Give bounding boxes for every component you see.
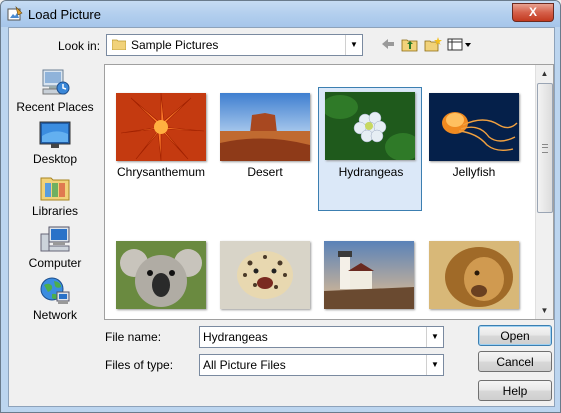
file-item-desert[interactable]: Desert bbox=[214, 89, 316, 209]
files-of-type-dropdown[interactable]: All Picture Files ▼ bbox=[199, 354, 444, 376]
thumbnail bbox=[116, 93, 206, 161]
file-item-chrysanthemum[interactable]: Chrysanthemum bbox=[110, 89, 212, 209]
file-item-lion[interactable] bbox=[423, 237, 525, 319]
thumbnail bbox=[324, 241, 414, 309]
file-label: Hydrangeas bbox=[338, 165, 404, 179]
computer-icon bbox=[40, 226, 70, 252]
file-label: Desert bbox=[247, 165, 283, 179]
window-title: Load Picture bbox=[28, 7, 101, 22]
chevron-down-icon[interactable]: ▼ bbox=[426, 327, 443, 347]
dialog-client: Look in: Sample Pictures ▼ Recent Places… bbox=[8, 27, 555, 407]
picture-icon bbox=[7, 6, 23, 21]
help-button[interactable]: Help bbox=[478, 380, 552, 401]
load-picture-dialog: Load Picture X Look in: Sample Pictures … bbox=[0, 0, 561, 413]
look-in-dropdown[interactable]: Sample Pictures ▼ bbox=[106, 34, 363, 56]
file-list-view[interactable]: Chrysanthemum Desert Hydrangeas Jellyfis… bbox=[104, 64, 554, 320]
file-label: Chrysanthemum bbox=[116, 165, 206, 179]
file-item-hydrangeas[interactable]: Hydrangeas bbox=[318, 87, 422, 211]
look-in-label: Look in: bbox=[58, 39, 101, 53]
thumbnail bbox=[325, 92, 415, 160]
libraries-icon bbox=[40, 177, 70, 201]
file-name-label: File name: bbox=[105, 330, 162, 344]
files-of-type-label: Files of type: bbox=[105, 358, 174, 372]
title-bar[interactable]: Load Picture X bbox=[1, 1, 560, 27]
place-label: Network bbox=[32, 308, 77, 322]
scroll-up-icon[interactable]: ▲ bbox=[536, 65, 553, 82]
file-item-koala[interactable] bbox=[110, 237, 212, 319]
file-name-input[interactable]: Hydrangeas ▼ bbox=[199, 326, 444, 348]
cancel-button[interactable]: Cancel bbox=[478, 351, 552, 372]
place-computer[interactable]: Computer bbox=[13, 224, 97, 274]
scroll-down-icon[interactable]: ▼ bbox=[536, 302, 553, 319]
thumbnail bbox=[429, 93, 519, 161]
thumbnail bbox=[220, 93, 310, 161]
place-label: Libraries bbox=[31, 204, 79, 218]
network-icon bbox=[40, 277, 70, 304]
view-menu-icon[interactable] bbox=[447, 36, 473, 52]
thumbnail bbox=[116, 241, 206, 309]
place-recent-places[interactable]: Recent Places bbox=[13, 68, 97, 118]
back-arrow-icon[interactable] bbox=[379, 36, 397, 52]
chevron-down-icon[interactable]: ▼ bbox=[345, 35, 362, 55]
open-button[interactable]: Open bbox=[478, 325, 552, 346]
up-folder-icon[interactable] bbox=[401, 36, 419, 52]
file-name-value: Hydrangeas bbox=[203, 330, 268, 344]
files-of-type-value: All Picture Files bbox=[203, 358, 286, 372]
file-item-jellyfish[interactable]: Jellyfish bbox=[423, 89, 525, 209]
folder-icon bbox=[112, 39, 126, 50]
vertical-scrollbar[interactable]: ▲ ▼ bbox=[535, 65, 553, 319]
place-desktop[interactable]: Desktop bbox=[13, 120, 97, 170]
recent-places-icon bbox=[42, 69, 70, 95]
desktop-icon bbox=[39, 121, 71, 148]
thumbnail bbox=[220, 241, 310, 309]
thumbnail bbox=[429, 241, 519, 309]
place-label: Desktop bbox=[32, 152, 78, 166]
chevron-down-icon[interactable]: ▼ bbox=[426, 355, 443, 375]
scroll-thumb[interactable] bbox=[537, 83, 553, 213]
file-item-lighthouse[interactable] bbox=[318, 237, 420, 319]
places-bar: Recent Places Desktop Libraries Computer… bbox=[13, 64, 97, 322]
place-libraries[interactable]: Libraries bbox=[13, 172, 97, 222]
place-label: Computer bbox=[28, 256, 82, 270]
place-label: Recent Places bbox=[16, 100, 94, 114]
look-in-value: Sample Pictures bbox=[131, 38, 219, 52]
file-label: Jellyfish bbox=[452, 165, 496, 179]
close-button[interactable]: X bbox=[512, 3, 554, 22]
new-folder-icon[interactable] bbox=[424, 36, 442, 52]
place-network[interactable]: Network bbox=[13, 276, 97, 326]
file-item-leopard[interactable] bbox=[214, 237, 316, 319]
